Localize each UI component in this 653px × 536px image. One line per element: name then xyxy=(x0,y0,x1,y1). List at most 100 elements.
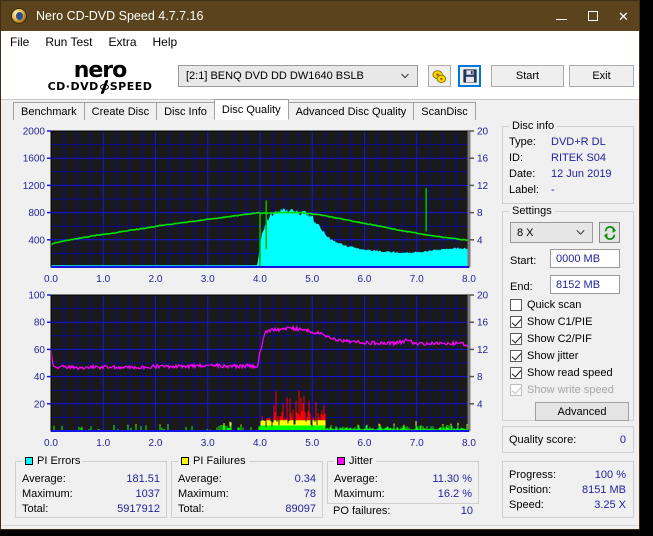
drive-select[interactable]: [2:1] BENQ DVD DD DW1640 BSLB xyxy=(178,65,418,87)
jitter-color-swatch xyxy=(337,457,345,465)
pi-failures-maximum-value: 78 xyxy=(303,488,316,500)
nero-logo-text: nero xyxy=(73,58,128,83)
svg-text:400: 400 xyxy=(28,235,45,246)
pi-errors-average-value: 181.51 xyxy=(126,473,160,485)
tab-scandisc[interactable]: ScanDisc xyxy=(413,102,476,120)
disc-date-label: Date: xyxy=(509,168,536,180)
pi-failures-average-label: Average: xyxy=(178,473,222,485)
jitter-maximum-label: Maximum: xyxy=(334,488,385,500)
end-mb-label: End: xyxy=(510,281,533,293)
menu-item-file[interactable]: File xyxy=(10,33,40,51)
pi-failures-jitter-chart-svg: 20 40 60 80 100 4 8 12 16 20 0.0 1.0 2.0 3.0 4.0 5.0 6.0… xyxy=(28,291,489,450)
svg-text:1.0: 1.0 xyxy=(96,438,110,449)
svg-text:40: 40 xyxy=(34,372,46,383)
svg-text:80: 80 xyxy=(34,318,46,329)
position-value: 8151 MB xyxy=(581,484,626,496)
scan-speed-value: 8 X xyxy=(517,226,534,239)
menu-item-extra[interactable]: Extra xyxy=(108,33,147,51)
advanced-button[interactable]: Advanced xyxy=(535,402,629,421)
svg-text:4.0: 4.0 xyxy=(253,438,267,449)
speed-value: 3.25 X xyxy=(594,499,626,511)
disc-type-label: Type: xyxy=(509,136,536,148)
disc-type-value: DVD+R DL xyxy=(551,136,606,148)
nero-logo-sub-right: SPEED xyxy=(109,80,153,93)
pi-errors-title-text: PI Errors xyxy=(37,455,81,467)
checkbox-show-jitter[interactable]: Show jitter xyxy=(510,350,578,362)
progress-label: Progress: xyxy=(509,469,557,481)
minimize-button[interactable] xyxy=(546,1,577,31)
nero-disc-icon xyxy=(11,8,27,24)
svg-text:8.0: 8.0 xyxy=(462,274,476,285)
quality-score-label: Quality score: xyxy=(509,434,577,446)
refresh-button[interactable] xyxy=(599,222,620,243)
svg-text:4: 4 xyxy=(477,399,483,410)
jitter-maximum-value: 16.2 % xyxy=(437,488,472,500)
app-window: Nero CD-DVD Speed 4.7.7.16 ✕ File Run Te… xyxy=(0,0,640,530)
scan-speed-select[interactable]: 8 X xyxy=(510,222,593,243)
start-mb-input[interactable]: 0000 MB xyxy=(550,249,620,268)
checkbox-show-c1-pie[interactable]: Show C1/PIE xyxy=(510,316,592,328)
window-title: Nero CD-DVD Speed 4.7.7.16 xyxy=(36,9,204,23)
end-mb-input[interactable]: 8152 MB xyxy=(550,275,620,294)
svg-text:2.0: 2.0 xyxy=(149,438,163,449)
exit-button[interactable]: Exit xyxy=(569,65,634,87)
svg-text:1600: 1600 xyxy=(23,154,46,165)
svg-text:2.0: 2.0 xyxy=(149,274,163,285)
tab-benchmark[interactable]: Benchmark xyxy=(13,102,85,120)
po-failures-label: PO failures: xyxy=(333,505,391,517)
tab-advanced-disc-quality[interactable]: Advanced Disc Quality xyxy=(287,102,415,120)
svg-text:8: 8 xyxy=(477,208,483,219)
svg-text:0.0: 0.0 xyxy=(44,274,58,285)
checkbox-show-read-speed[interactable]: Show read speed xyxy=(510,367,613,379)
disc-quality-panel: 400 800 1200 1600 2000 4 8 12 16 20 0.0 1.0 2.0 3.0 4.… xyxy=(1,120,639,529)
checkbox-box xyxy=(510,316,522,328)
checkbox-label: Show read speed xyxy=(527,367,613,379)
pi-errors-maximum-value: 1037 xyxy=(135,488,160,500)
tab-disc-quality[interactable]: Disc Quality xyxy=(213,99,289,120)
checkbox-label: Show jitter xyxy=(527,350,579,362)
svg-text:4: 4 xyxy=(477,235,483,246)
svg-text:1.0: 1.0 xyxy=(96,274,110,285)
start-button[interactable]: Start xyxy=(491,65,564,87)
start-mb-label: Start: xyxy=(510,255,537,267)
svg-text:20: 20 xyxy=(477,291,489,302)
tab-disc-info[interactable]: Disc Info xyxy=(156,102,215,120)
checkbox-quick-scan[interactable]: Quick scan xyxy=(510,299,581,311)
checkbox-box xyxy=(510,384,522,396)
pi-errors-chart-svg: 400 800 1200 1600 2000 4 8 12 16 20 0.0 1.0 2.0 3.0 4.… xyxy=(23,127,489,286)
pi-failures-stats: PI Failures Average: 0.34 Maximum: 78 To… xyxy=(171,455,323,518)
status-bar xyxy=(1,525,639,529)
pi-failures-total-label: Total: xyxy=(178,503,205,515)
checkbox-show-c2-pif[interactable]: Show C2/PIF xyxy=(510,333,592,345)
svg-text:60: 60 xyxy=(34,345,46,356)
maximize-button[interactable] xyxy=(577,1,608,31)
checkbox-label: Show C1/PIE xyxy=(527,316,593,328)
pi-errors-total-label: Total: xyxy=(22,503,49,515)
checkbox-label: Quick scan xyxy=(527,299,582,311)
tab-create-disc[interactable]: Create Disc xyxy=(83,102,158,120)
checkbox-box xyxy=(510,333,522,345)
svg-text:3.0: 3.0 xyxy=(201,438,215,449)
save-button[interactable] xyxy=(458,65,481,87)
nero-logo-subtext: CD·DVD SPEED xyxy=(48,81,153,93)
close-button[interactable]: ✕ xyxy=(608,1,639,31)
pi-errors-maximum-label: Maximum: xyxy=(22,488,73,500)
svg-text:2000: 2000 xyxy=(23,127,46,138)
pi-failures-title-text: PI Failures xyxy=(193,455,246,467)
chevron-down-icon xyxy=(401,73,409,79)
menu-item-run-test[interactable]: Run Test xyxy=(45,33,103,51)
po-failures-value: 10 xyxy=(460,505,473,517)
checkbox-label: Show C2/PIF xyxy=(527,333,592,345)
pi-errors-stats-title: PI Errors xyxy=(22,455,84,467)
svg-text:8: 8 xyxy=(477,372,483,383)
svg-text:12: 12 xyxy=(477,181,489,192)
eject-disc-button[interactable] xyxy=(428,65,451,87)
nero-logo: nero CD·DVD SPEED xyxy=(25,56,175,98)
disc-label-value: - xyxy=(551,184,555,196)
pi-failures-color-swatch xyxy=(181,457,189,465)
menu-item-help[interactable]: Help xyxy=(153,33,189,51)
settings-group: Settings 8 X Start: 0000 MB End: 8152 MB… xyxy=(502,205,634,421)
chevron-down-icon xyxy=(576,230,585,235)
nero-slash-icon xyxy=(99,81,109,93)
jitter-title-text: Jitter xyxy=(349,455,373,467)
